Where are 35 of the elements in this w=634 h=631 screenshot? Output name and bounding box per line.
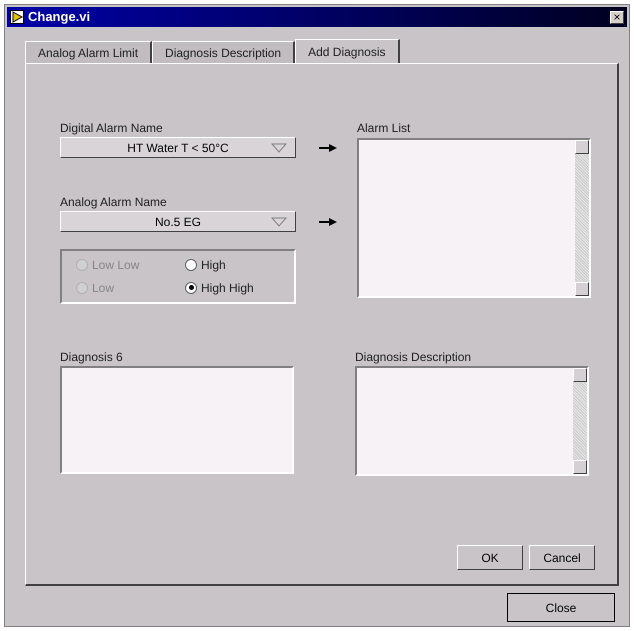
tab[interactable]: Add Diagnosis [295,39,400,63]
dropdown[interactable]: HT Water T < 50°C [60,137,296,158]
dialog-button[interactable]: Cancel [529,545,595,570]
scroll-up-button[interactable] [573,368,587,382]
close-button[interactable]: × [610,10,624,24]
window-title: Change.vi [28,8,92,26]
scroll-down-button[interactable] [573,460,587,474]
scroll-up-button[interactable] [575,140,589,154]
arrow-icon [319,218,337,226]
radio-label: Low [92,280,114,295]
scroll-down-button[interactable] [575,282,589,296]
caret-icon [271,143,287,153]
radio-button[interactable] [185,282,197,294]
radio-label: Low Low [92,258,140,272]
dropdown[interactable]: No.5 EG [60,211,296,232]
dialog-button[interactable]: OK [457,545,523,570]
app-icon [10,10,24,24]
radio-label: High [201,258,226,272]
close-window-button[interactable]: Close [507,593,615,622]
field-label: Diagnosis Description [355,350,472,364]
scrollbar[interactable] [573,368,587,474]
radio-button[interactable] [185,259,197,272]
field-label: Alarm List [357,121,412,135]
tab[interactable]: Analog Alarm Limit [25,41,152,63]
field-label: Digital Alarm Name [60,121,164,135]
field-label: Diagnosis 6 [60,350,124,364]
diagnosis-description-field[interactable] [355,366,589,476]
diagnosis-field[interactable] [60,366,294,474]
field-label: Analog Alarm Name [60,195,168,209]
alarm-listbox[interactable] [357,138,591,298]
scrollbar[interactable] [575,140,589,296]
caret-icon [271,217,287,227]
tab[interactable]: Diagnosis Description [152,41,296,63]
arrow-icon [319,144,337,152]
radio-label: High High [201,280,254,295]
